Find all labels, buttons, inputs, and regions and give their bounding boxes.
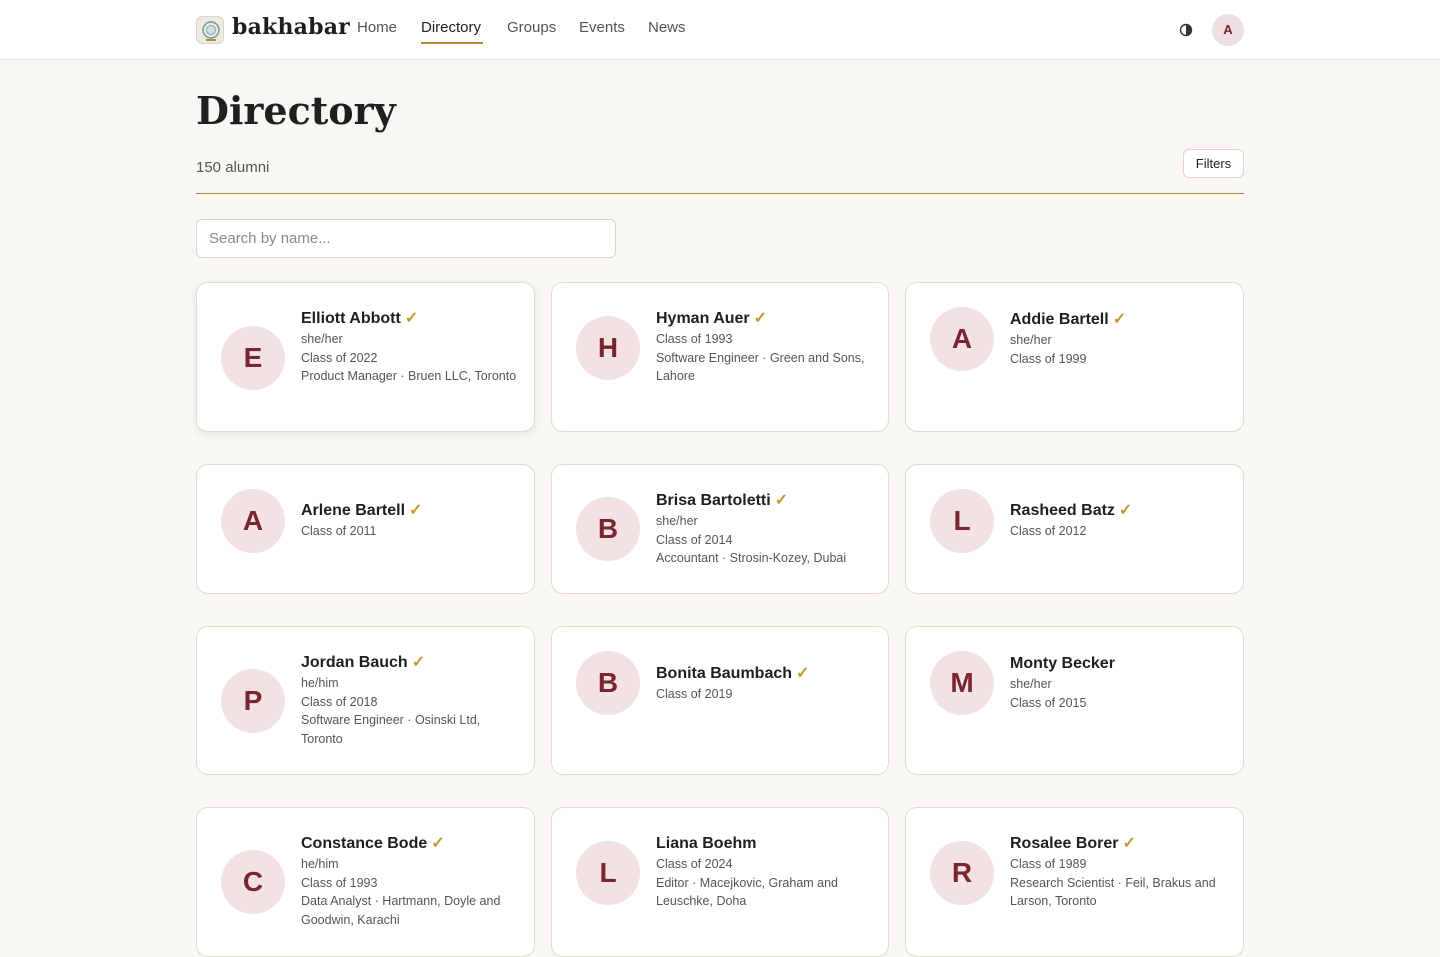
class-year: Class of 2018 (301, 694, 378, 709)
alumni-name[interactable]: Addie Bartell ✓ (1010, 309, 1229, 331)
alumni-card[interactable]: L Liana Boehm Class of 2024 Editor · Mac… (551, 807, 889, 957)
class-year: Class of 1993 (301, 875, 378, 890)
top-navbar: bakhabar Home Directory Groups Events Ne… (0, 0, 1440, 60)
verified-check-icon: ✓ (1112, 311, 1127, 328)
avatar: M (930, 651, 994, 715)
avatar: R (930, 841, 994, 905)
nav-directory[interactable]: Directory (421, 19, 481, 36)
verified-check-icon: ✓ (796, 665, 810, 682)
nav-events[interactable]: Events (579, 19, 625, 36)
alumni-name[interactable]: Jordan Bauch ✓ (301, 652, 520, 674)
class-year: Class of 2011 (301, 524, 377, 538)
avatar: H (576, 316, 640, 380)
alumni-name[interactable]: Elliott Abbott ✓ (301, 308, 520, 330)
alumni-name[interactable]: Rosalee Borer ✓ (1010, 833, 1229, 855)
avatar: E (221, 326, 285, 390)
brand-name[interactable]: bakhabar (232, 14, 350, 40)
avatar: P (221, 669, 285, 733)
alumni-card[interactable]: B Brisa Bartoletti ✓ she/her Class of 201… (551, 464, 889, 594)
logo-icon[interactable] (196, 16, 224, 44)
class-year: Class of 2019 (656, 687, 733, 701)
alumni-name[interactable]: Arlene Bartell ✓ (301, 500, 520, 522)
avatar: L (930, 489, 994, 553)
role-location: Data Analyst · Hartmann, Doyle and Goodw… (301, 894, 501, 927)
avatar: B (576, 497, 640, 561)
avatar: L (576, 841, 640, 905)
verified-check-icon: ✓ (431, 835, 445, 852)
pronouns: he/him (301, 676, 339, 690)
alumni-name[interactable]: Hyman Auer ✓ (656, 308, 874, 330)
alumni-card[interactable]: H Hyman Auer ✓ Class of 1993 Software Eng… (551, 282, 889, 432)
role-location: Editor · Macejkovic, Graham and Leuschke… (656, 875, 839, 909)
alumni-card[interactable]: B Bonita Baumbach ✓ Class of 2019 (551, 626, 889, 775)
user-avatar[interactable]: A (1212, 14, 1244, 46)
alumni-card[interactable]: R Rosalee Borer ✓ Class of 1989 Research … (905, 807, 1244, 957)
class-year: Class of 2014 (656, 532, 733, 547)
class-year: Class of 2022 (301, 350, 378, 365)
alumni-card[interactable]: L Rasheed Batz ✓ Class of 2012 (905, 464, 1244, 594)
pronouns: she/her (1010, 333, 1052, 347)
alumni-count: 150 alumni (196, 159, 270, 176)
contrast-icon[interactable] (1176, 20, 1196, 40)
alumni-name[interactable]: Liana Boehm (656, 833, 874, 855)
nav-groups[interactable]: Groups (507, 19, 556, 36)
nav-home[interactable]: Home (357, 19, 397, 36)
alumni-name[interactable]: Monty Becker (1010, 653, 1229, 675)
alumni-name[interactable]: Constance Bode ✓ (301, 833, 520, 855)
pronouns: she/her (301, 332, 343, 346)
verified-check-icon: ✓ (1122, 835, 1136, 852)
pronouns: she/her (656, 514, 698, 528)
pronouns: she/her (1010, 677, 1052, 691)
alumni-card[interactable]: E Elliott Abbott ✓ she/her Class of 2022 … (196, 282, 535, 432)
role-location: Research Scientist · Feil, Brakus and La… (1010, 875, 1216, 909)
avatar: C (221, 850, 285, 914)
role-location: Accountant · Strosin-Kozey, Dubai (656, 551, 847, 565)
nav-active-indicator (421, 42, 483, 44)
verified-check-icon: ✓ (409, 502, 423, 519)
search-input[interactable] (196, 219, 616, 258)
verified-check-icon: ✓ (774, 492, 789, 509)
header-divider (196, 193, 1244, 194)
class-year: Class of 2012 (1010, 524, 1087, 538)
class-year: Class of 1993 (656, 332, 733, 346)
nav-news[interactable]: News (648, 19, 686, 36)
class-year: Class of 1999 (1010, 351, 1087, 366)
role-location: Software Engineer · Osinski Ltd, Toronto (301, 713, 481, 746)
alumni-card[interactable]: M Monty Becker she/her Class of 2015 (905, 626, 1244, 775)
alumni-name[interactable]: Bonita Baumbach ✓ (656, 663, 874, 685)
verified-check-icon: ✓ (753, 310, 768, 327)
verified-check-icon: ✓ (411, 654, 426, 671)
class-year: Class of 2024 (656, 857, 733, 871)
page-title: Directory (196, 88, 396, 133)
avatar: A (221, 489, 285, 553)
alumni-card[interactable]: A Addie Bartell ✓ she/her Class of 1999 (905, 282, 1244, 432)
pronouns: he/him (301, 857, 339, 871)
alumni-name[interactable]: Rasheed Batz ✓ (1010, 500, 1229, 522)
avatar: B (576, 651, 640, 715)
class-year: Class of 1989 (1010, 857, 1087, 871)
avatar: A (930, 307, 994, 371)
class-year: Class of 2015 (1010, 695, 1087, 710)
alumni-name[interactable]: Brisa Bartoletti ✓ (656, 490, 874, 512)
role-location: Software Engineer · Green and Sons, Laho… (656, 350, 865, 384)
filters-button[interactable]: Filters (1183, 149, 1244, 178)
alumni-card[interactable]: C Constance Bode ✓ he/him Class of 1993 D… (196, 807, 535, 957)
alumni-card[interactable]: A Arlene Bartell ✓ Class of 2011 (196, 464, 535, 594)
role-location: Product Manager · Bruen LLC, Toronto (301, 369, 517, 383)
verified-check-icon: ✓ (404, 310, 419, 327)
verified-check-icon: ✓ (1118, 502, 1133, 519)
alumni-card[interactable]: P Jordan Bauch ✓ he/him Class of 2018 Sof… (196, 626, 535, 775)
